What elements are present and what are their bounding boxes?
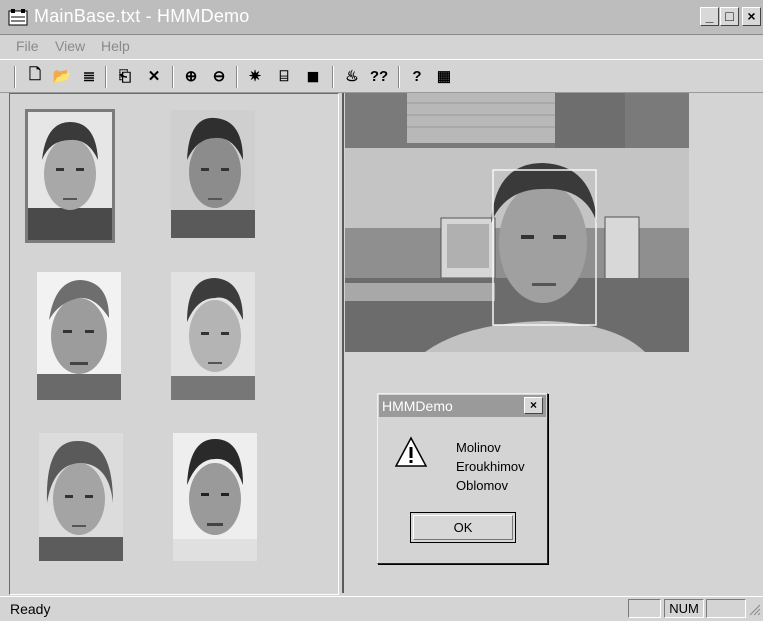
recognized-names-list: Molinov Eroukhimov Oblomov bbox=[456, 438, 525, 495]
delete-icon[interactable]: ✕ bbox=[143, 66, 165, 86]
menu-bar: File View Help bbox=[0, 35, 763, 59]
capture-icon[interactable]: ⌸ bbox=[273, 66, 295, 86]
toolbar-separator bbox=[236, 66, 238, 88]
help-icon[interactable]: ? bbox=[406, 66, 428, 86]
new-icon[interactable]: 🗋 bbox=[24, 66, 46, 86]
resize-grip-icon[interactable] bbox=[748, 603, 761, 616]
grid-icon[interactable]: ▦ bbox=[433, 66, 455, 86]
ok-button[interactable]: OK bbox=[410, 512, 516, 543]
num-lock-indicator: NUM bbox=[664, 599, 704, 618]
maximize-button[interactable]: □ bbox=[720, 7, 739, 26]
menu-help[interactable]: Help bbox=[101, 38, 130, 54]
train-icon[interactable]: ♨ bbox=[341, 66, 363, 86]
list-icon[interactable]: ≣ bbox=[78, 66, 100, 86]
face-thumbnail[interactable] bbox=[39, 433, 123, 561]
warning-icon bbox=[394, 436, 428, 467]
status-indicator-empty bbox=[706, 599, 746, 618]
camera-icon[interactable]: ◼ bbox=[302, 66, 324, 86]
open-icon[interactable]: 📂 bbox=[51, 66, 73, 86]
status-indicator-empty bbox=[628, 599, 661, 618]
menu-view[interactable]: View bbox=[55, 38, 85, 54]
app-icon bbox=[8, 9, 28, 26]
toolbar-separator bbox=[105, 66, 107, 88]
face-thumbnail[interactable] bbox=[171, 272, 255, 400]
status-text: Ready bbox=[10, 601, 51, 617]
title-bar[interactable]: MainBase.txt - HMMDemo _ □ × bbox=[0, 0, 763, 35]
recognition-result-dialog: HMMDemo × Molinov Eroukhimov Oblomov OK bbox=[377, 393, 548, 564]
zoom-in-icon[interactable]: ⊕ bbox=[180, 66, 202, 86]
face-thumbnail[interactable] bbox=[173, 433, 257, 561]
recognized-name: Eroukhimov bbox=[456, 459, 525, 474]
close-button[interactable]: × bbox=[742, 7, 761, 26]
toolbar: 🗋 📂 ≣ ⎗ ✕ ⊕ ⊖ ✷ ⌸ ◼ ♨ ?? ? ▦ bbox=[0, 59, 763, 93]
toolbar-separator bbox=[332, 66, 334, 88]
menu-file[interactable]: File bbox=[16, 38, 39, 54]
recognize-icon[interactable]: ?? bbox=[368, 66, 390, 86]
add-person-icon[interactable]: ⎗ bbox=[114, 66, 136, 86]
status-bar: Ready NUM bbox=[0, 596, 763, 621]
zoom-out-icon[interactable]: ⊖ bbox=[208, 66, 230, 86]
dialog-close-button[interactable]: × bbox=[524, 397, 543, 414]
window-title: MainBase.txt - HMMDemo bbox=[34, 6, 250, 26]
recognized-name: Oblomov bbox=[456, 478, 509, 493]
eye-icon[interactable]: ✷ bbox=[244, 66, 266, 86]
recognized-name: Molinov bbox=[456, 440, 501, 455]
application-window: MainBase.txt - HMMDemo _ □ × File View H… bbox=[0, 0, 763, 621]
face-thumbnail[interactable] bbox=[171, 110, 255, 238]
toolbar-separator bbox=[14, 66, 16, 88]
minimize-button[interactable]: _ bbox=[700, 7, 719, 26]
camera-photo bbox=[345, 93, 689, 352]
face-thumbnail[interactable] bbox=[37, 272, 121, 400]
toolbar-separator bbox=[398, 66, 400, 88]
toolbar-separator bbox=[172, 66, 174, 88]
dialog-title[interactable]: HMMDemo bbox=[379, 395, 546, 417]
face-thumbnail[interactable] bbox=[25, 109, 115, 243]
